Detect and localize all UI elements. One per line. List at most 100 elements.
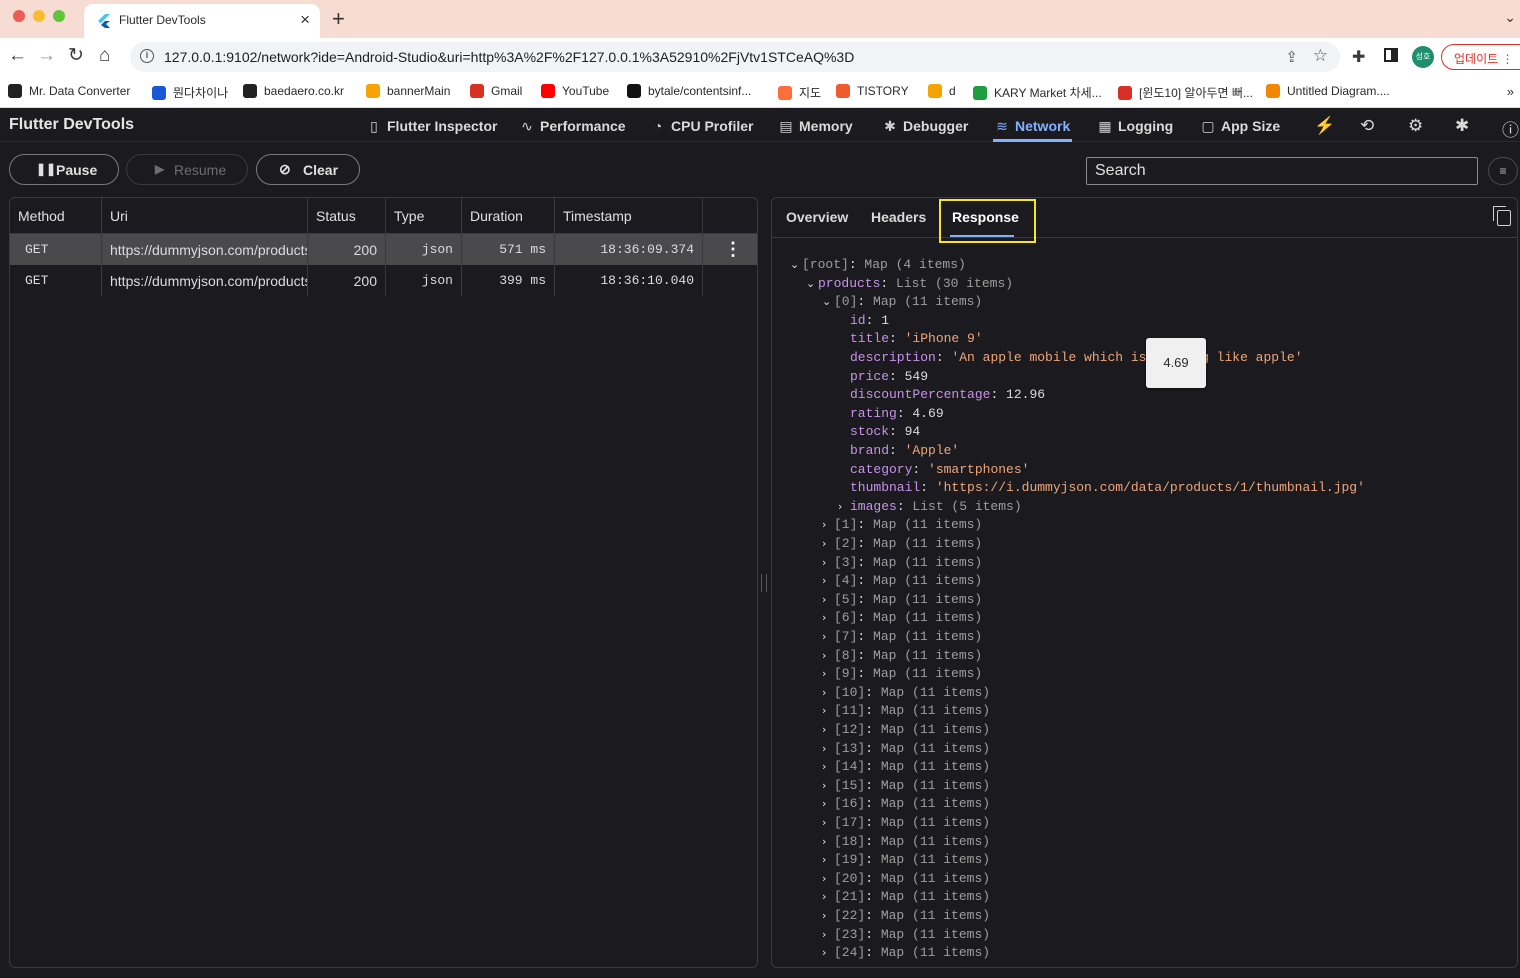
bookmark-item[interactable]: bannerMain bbox=[366, 84, 450, 98]
bookmark-item[interactable]: Untitled Diagram.... bbox=[1266, 84, 1390, 98]
chevron-right-icon[interactable]: › bbox=[822, 647, 834, 665]
tab-network[interactable]: ≋ Network bbox=[994, 118, 1070, 135]
address-bar[interactable]: i 127.0.0.1:9102/network?ide=Android-Stu… bbox=[130, 42, 1340, 72]
chevron-right-icon[interactable]: › bbox=[822, 591, 834, 609]
tree-field[interactable]: brand: 'Apple' bbox=[850, 442, 959, 460]
tree-node-item[interactable]: › [16]: Map (11 items) bbox=[822, 795, 990, 813]
bookmark-item[interactable]: TISTORY bbox=[836, 84, 909, 98]
tree-node-item[interactable]: › [12]: Map (11 items) bbox=[822, 721, 990, 739]
tree-node-item[interactable]: › [11]: Map (11 items) bbox=[822, 702, 990, 720]
tree-field[interactable]: price: 549 bbox=[850, 368, 928, 386]
tab-debugger[interactable]: ✱ Debugger bbox=[882, 118, 968, 135]
chevron-right-icon[interactable]: › bbox=[822, 888, 834, 906]
forward-arrow-icon[interactable]: → bbox=[37, 45, 56, 67]
chevron-right-icon[interactable]: › bbox=[822, 926, 834, 944]
chevron-right-icon[interactable]: › bbox=[822, 870, 834, 888]
tree-node-item[interactable]: › [10]: Map (11 items) bbox=[822, 684, 990, 702]
bookmark-item[interactable]: baedaero.co.kr bbox=[243, 84, 344, 98]
tree-node-item[interactable]: › [20]: Map (11 items) bbox=[822, 870, 990, 888]
chevron-right-icon[interactable]: › bbox=[822, 684, 834, 702]
bookmark-item[interactable]: 뭔다차이나 bbox=[152, 84, 228, 101]
hot-reload-icon[interactable]: ⚡ bbox=[1314, 116, 1335, 136]
hot-restart-icon[interactable]: ⟲ bbox=[1360, 116, 1374, 136]
chevron-down-icon[interactable]: ⌄ bbox=[822, 293, 834, 311]
window-maximize-button[interactable] bbox=[53, 10, 65, 22]
bookmark-item[interactable]: [윈도10] 알아두면 뻐... bbox=[1118, 84, 1253, 101]
bookmark-item[interactable]: d bbox=[928, 84, 956, 98]
tree-node-item[interactable]: › [21]: Map (11 items) bbox=[822, 888, 990, 906]
table-row[interactable]: GET https://dummyjson.com/products 200 json… bbox=[10, 265, 757, 296]
tree-node-item[interactable]: › [22]: Map (11 items) bbox=[822, 907, 990, 925]
chevron-right-icon[interactable]: › bbox=[838, 498, 850, 516]
window-minimize-button[interactable] bbox=[33, 10, 45, 22]
column-header[interactable]: Timestamp bbox=[555, 198, 703, 234]
bookmark-item[interactable]: KARY Market 차세... bbox=[973, 84, 1102, 101]
bookmark-item[interactable]: bytale/contentsinf... bbox=[627, 84, 751, 98]
chevron-right-icon[interactable]: › bbox=[822, 535, 834, 553]
chevron-down-icon[interactable]: ⌄ bbox=[790, 256, 802, 274]
chevron-right-icon[interactable]: › bbox=[822, 740, 834, 758]
tree-node-item[interactable]: › [5]: Map (11 items) bbox=[822, 591, 982, 609]
tab-performance[interactable]: ∿ Performance bbox=[519, 118, 625, 135]
tab-flutter-inspector[interactable]: ▯ Flutter Inspector bbox=[366, 118, 497, 135]
column-header[interactable]: Status bbox=[308, 198, 386, 234]
tree-node-item[interactable]: › [24]: Map (11 items) bbox=[822, 944, 990, 962]
close-tab-icon[interactable]: × bbox=[300, 10, 310, 30]
split-pane-handle[interactable] bbox=[761, 574, 767, 592]
chevron-right-icon[interactable]: › bbox=[822, 721, 834, 739]
tree-field[interactable]: thumbnail: 'https://i.dummyjson.com/data… bbox=[850, 479, 1365, 497]
table-row[interactable]: GET https://dummyjson.com/products 200 json… bbox=[10, 234, 757, 265]
tab-headers[interactable]: Headers bbox=[871, 209, 926, 225]
tree-field[interactable]: stock: 94 bbox=[850, 423, 920, 441]
tree-node-item[interactable]: › [15]: Map (11 items) bbox=[822, 777, 990, 795]
tree-node-images[interactable]: › images: List (5 items) bbox=[838, 498, 1022, 516]
tree-field[interactable]: description: 'An apple mobile which is n… bbox=[850, 349, 1303, 367]
tree-node-item[interactable]: › [23]: Map (11 items) bbox=[822, 926, 990, 944]
pause-button[interactable]: ❚❚ Pause bbox=[9, 154, 119, 185]
tree-node-item[interactable]: ⌄ [0]: Map (11 items) bbox=[822, 293, 982, 311]
chevron-right-icon[interactable]: › bbox=[822, 833, 834, 851]
new-tab-icon[interactable]: + bbox=[332, 6, 345, 32]
bookmark-item[interactable]: Gmail bbox=[470, 84, 522, 98]
home-icon[interactable]: ⌂ bbox=[99, 45, 110, 67]
chevron-right-icon[interactable]: › bbox=[822, 851, 834, 869]
chevron-right-icon[interactable]: › bbox=[822, 795, 834, 813]
tree-node-item[interactable]: › [9]: Map (11 items) bbox=[822, 665, 982, 683]
chevron-right-icon[interactable]: › bbox=[822, 777, 834, 795]
tab-overview[interactable]: Overview bbox=[786, 209, 848, 225]
filter-icon[interactable]: ≡ bbox=[1488, 157, 1518, 185]
row-menu-icon[interactable]: ⋮ bbox=[724, 239, 742, 260]
tree-field[interactable]: id: 1 bbox=[850, 312, 889, 330]
more-bookmarks-icon[interactable]: » bbox=[1507, 84, 1514, 99]
chevron-right-icon[interactable]: › bbox=[822, 516, 834, 534]
chevron-right-icon[interactable]: › bbox=[822, 554, 834, 572]
chevron-right-icon[interactable]: › bbox=[822, 665, 834, 683]
column-header[interactable]: Uri bbox=[102, 198, 308, 234]
window-close-button[interactable] bbox=[13, 10, 25, 22]
chevron-right-icon[interactable]: › bbox=[822, 609, 834, 627]
tree-field[interactable]: rating: 4.69 bbox=[850, 405, 944, 423]
tree-node-item[interactable]: › [13]: Map (11 items) bbox=[822, 740, 990, 758]
tree-node-item[interactable]: › [1]: Map (11 items) bbox=[822, 516, 982, 534]
tree-field[interactable]: title: 'iPhone 9' bbox=[850, 330, 983, 348]
chevron-right-icon[interactable]: › bbox=[822, 907, 834, 925]
back-arrow-icon[interactable]: ← bbox=[8, 45, 27, 67]
tree-node-item[interactable]: › [17]: Map (11 items) bbox=[822, 814, 990, 832]
tree-node-item[interactable]: › [14]: Map (11 items) bbox=[822, 758, 990, 776]
tree-node-item[interactable]: › [2]: Map (11 items) bbox=[822, 535, 982, 553]
bug-report-icon[interactable]: ✱ bbox=[1455, 116, 1469, 136]
bookmark-item[interactable]: Mr. Data Converter bbox=[8, 84, 130, 98]
chevron-right-icon[interactable]: › bbox=[822, 702, 834, 720]
tree-node-root[interactable]: ⌄ [root]: Map (4 items) bbox=[790, 256, 966, 274]
column-header[interactable]: Duration bbox=[462, 198, 555, 234]
tree-node-item[interactable]: › [7]: Map (11 items) bbox=[822, 628, 982, 646]
bookmark-star-icon[interactable]: ☆ bbox=[1313, 46, 1328, 66]
tree-node-item[interactable]: › [3]: Map (11 items) bbox=[822, 554, 982, 572]
chevron-right-icon[interactable]: › bbox=[822, 814, 834, 832]
tree-field[interactable]: category: 'smartphones' bbox=[850, 461, 1029, 479]
tree-node-products[interactable]: ⌄ products: List (30 items) bbox=[806, 275, 1013, 293]
chevron-down-icon[interactable]: ⌄ bbox=[1504, 9, 1516, 26]
profile-avatar[interactable]: 성호 bbox=[1412, 46, 1434, 68]
tree-node-item[interactable]: › [8]: Map (11 items) bbox=[822, 647, 982, 665]
url-text[interactable]: 127.0.0.1:9102/network?ide=Android-Studi… bbox=[164, 49, 854, 65]
